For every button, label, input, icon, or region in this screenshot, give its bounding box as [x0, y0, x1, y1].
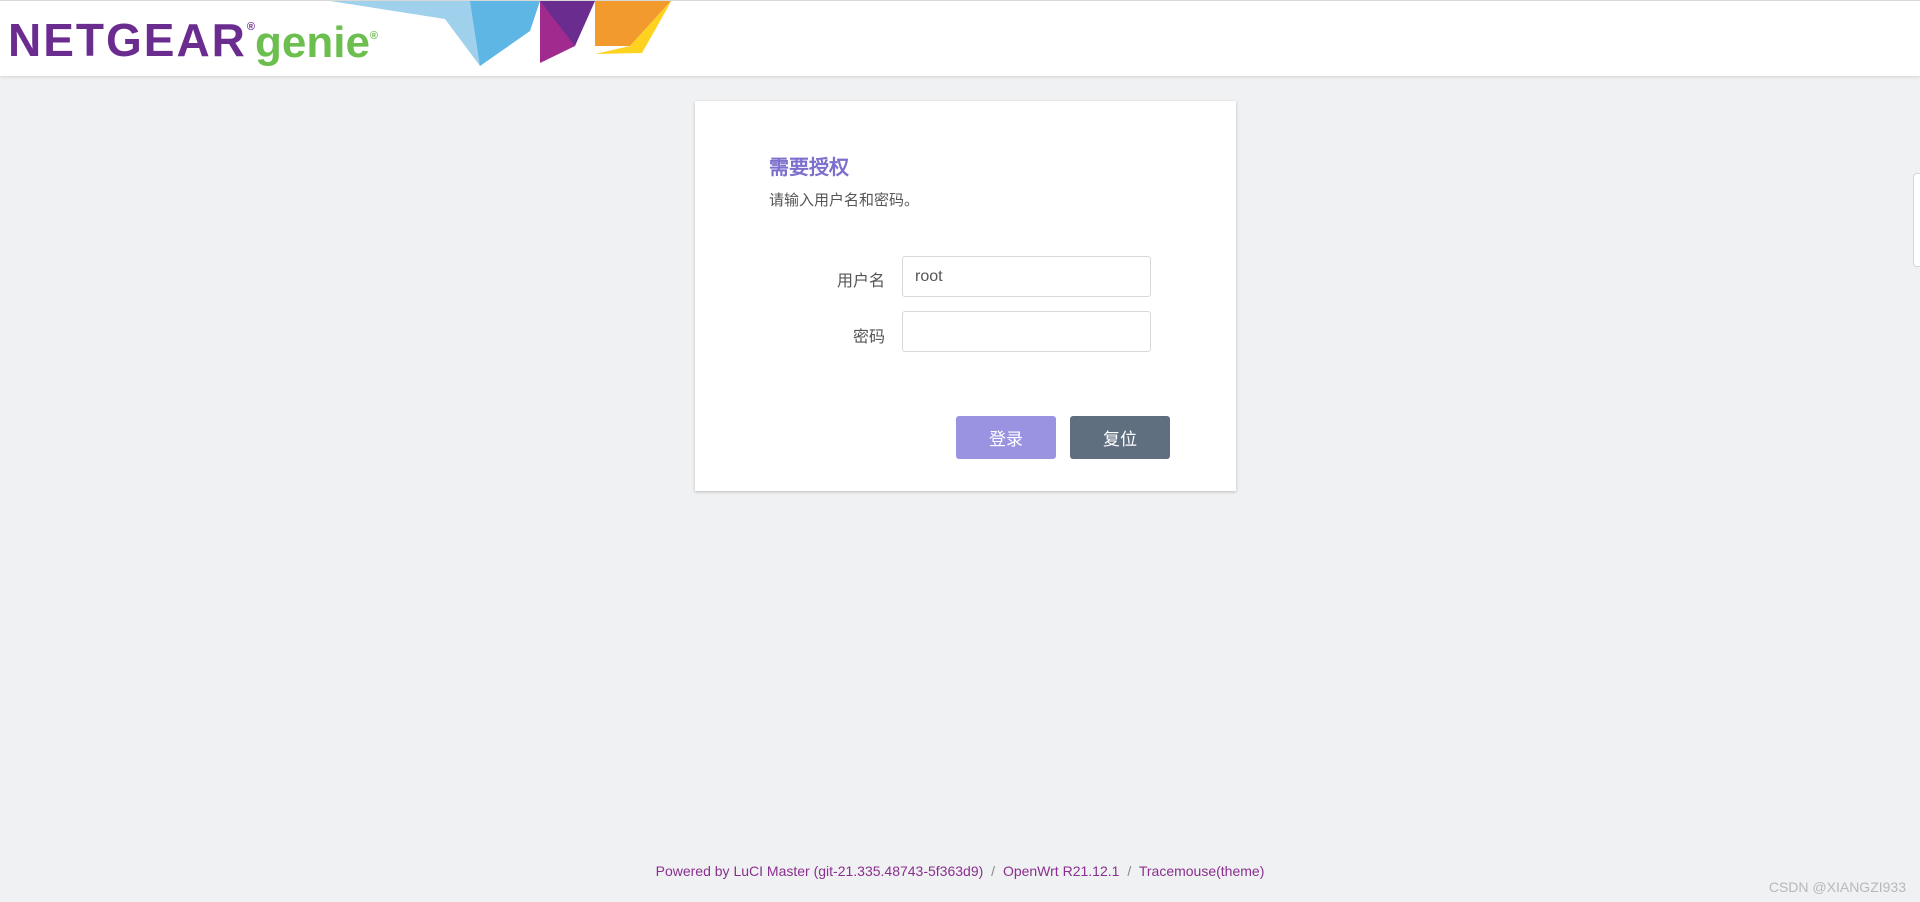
- theme-link[interactable]: Tracemouse(theme): [1139, 863, 1265, 879]
- password-input[interactable]: [902, 311, 1151, 352]
- login-card: 需要授权 请输入用户名和密码。 用户名 密码 登录 复位: [695, 101, 1236, 491]
- footer-separator: /: [991, 863, 996, 879]
- netgear-logo-text: NETGEAR: [8, 14, 247, 66]
- username-input[interactable]: [902, 256, 1151, 297]
- login-button[interactable]: 登录: [956, 416, 1056, 459]
- password-label: 密码: [852, 327, 885, 346]
- username-label: 用户名: [836, 271, 885, 290]
- luci-link[interactable]: Powered by LuCI Master (git-21.335.48743…: [656, 863, 984, 879]
- netgear-decorative-shapes-icon: [330, 1, 671, 66]
- auth-title: 需要授权: [769, 155, 849, 179]
- openwrt-link[interactable]: OpenWrt R21.12.1: [1003, 863, 1119, 879]
- reset-button[interactable]: 复位: [1070, 416, 1170, 459]
- footer-separator: /: [1127, 863, 1132, 879]
- netgear-logo[interactable]: NETGEAR®: [8, 17, 255, 63]
- csdn-watermark: CSDN @XIANGZI933: [1768, 879, 1906, 895]
- header-bar: NETGEAR® genie®: [0, 0, 1920, 76]
- footer: Powered by LuCI Master (git-21.335.48743…: [0, 863, 1920, 879]
- side-panel-tab[interactable]: [1913, 173, 1920, 267]
- auth-description: 请输入用户名和密码。: [769, 191, 920, 209]
- registered-mark: ®: [246, 21, 256, 33]
